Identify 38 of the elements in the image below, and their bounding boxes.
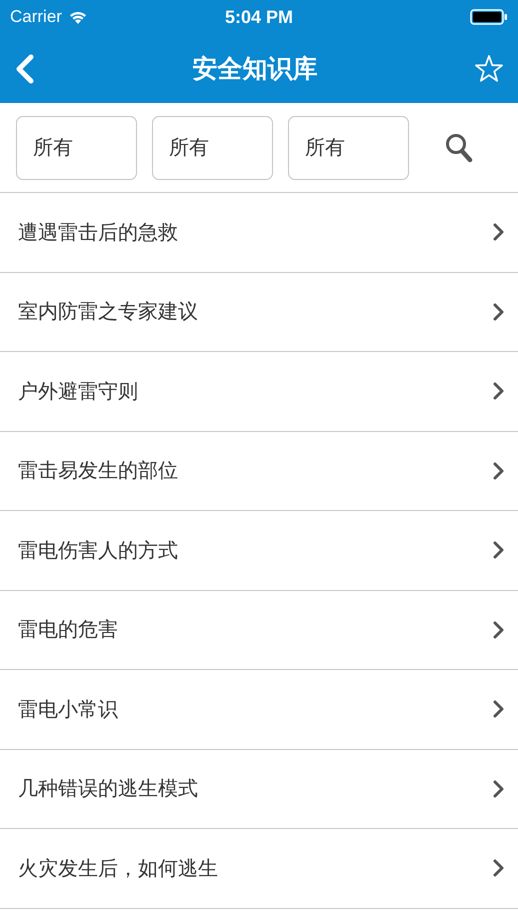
article-row[interactable]: 雷击易发生的部位	[0, 432, 518, 511]
chevron-icon	[492, 541, 504, 560]
status-time: 5:04 PM	[224, 6, 294, 28]
chevron-icon	[492, 223, 504, 242]
article-row[interactable]: 室内防雷之专家建议	[0, 272, 518, 352]
filter-dropdown[interactable]: 所有	[16, 116, 137, 180]
chevron-icon	[492, 700, 504, 718]
article-title: 火灾发生后，如何逃生	[18, 854, 218, 882]
favorite-button[interactable]	[474, 54, 504, 84]
filter-dropdown[interactable]: 所有	[152, 116, 273, 180]
wifi-icon	[68, 10, 88, 24]
chevron-icon	[492, 302, 504, 321]
carrier-label: Carrier	[10, 7, 62, 27]
article-row[interactable]: 几种错误的逃生模式	[0, 750, 518, 829]
article-title: 雷电伤害人的方式	[18, 536, 178, 564]
article-title: 室内防雷之专家建议	[18, 298, 198, 326]
chevron-icon	[492, 620, 504, 639]
article-title: 遭遇雷击后的急救	[18, 218, 178, 246]
article-row[interactable]: 雷电小常识	[0, 670, 518, 750]
article-title: 雷电小常识	[18, 696, 118, 723]
article-row[interactable]: 雷电的危害	[0, 590, 518, 670]
article-row[interactable]: 遭遇雷击后的急救	[0, 193, 518, 272]
back-button[interactable]	[14, 54, 36, 84]
page-title: 安全知识库	[192, 53, 318, 85]
article-row[interactable]: 户外避雷守则	[0, 352, 518, 432]
filter-dropdown[interactable]: 所有	[288, 116, 409, 180]
chevron-icon	[492, 382, 504, 400]
article-title: 雷电的危害	[18, 616, 118, 644]
search-button[interactable]	[444, 132, 474, 164]
article-row[interactable]: 雷电伤害人的方式	[0, 511, 518, 590]
chevron-icon	[492, 780, 504, 798]
chevron-icon	[492, 859, 504, 878]
article-title: 户外避雷守则	[18, 378, 138, 405]
article-title: 几种错误的逃生模式	[18, 775, 198, 802]
battery-icon	[470, 9, 508, 25]
chevron-icon	[492, 462, 504, 480]
article-title: 雷击易发生的部位	[18, 457, 178, 484]
article-row[interactable]: 火灾发生后，如何逃生	[0, 829, 518, 908]
